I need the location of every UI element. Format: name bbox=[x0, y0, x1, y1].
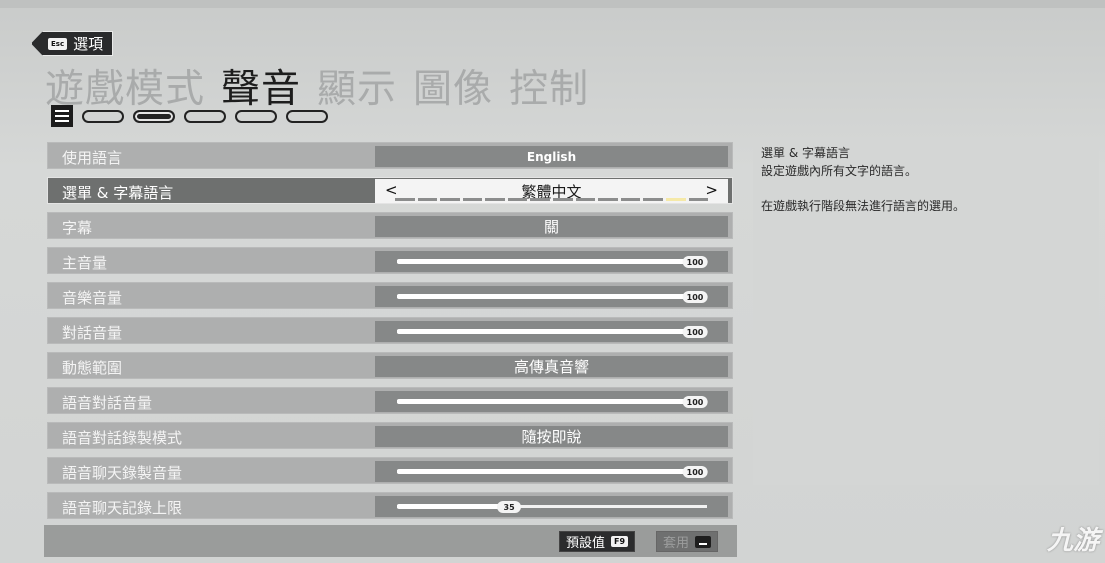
tab-graphics[interactable]: 圖像 bbox=[413, 58, 493, 114]
slider-handle[interactable]: 100 bbox=[682, 396, 708, 408]
filter-settings-icon[interactable] bbox=[51, 105, 73, 127]
defaults-label: 預設值 bbox=[566, 536, 606, 551]
volume-slider[interactable]: 35 bbox=[375, 496, 728, 517]
footer-bar: 預設值 F9 套用 bbox=[44, 525, 737, 557]
setting-label: 語音對話音量 bbox=[62, 394, 153, 412]
back-button[interactable]: Esc 選項 bbox=[31, 31, 113, 56]
right-arrow-icon[interactable]: > bbox=[705, 181, 718, 199]
setting-label: 主音量 bbox=[62, 254, 108, 272]
f9-key-icon: F9 bbox=[611, 536, 629, 547]
back-label: 選項 bbox=[73, 35, 104, 53]
setting-row-voice-chat-volume[interactable]: 語音對話音量 100 bbox=[47, 387, 733, 414]
setting-label: 語音對話錄製模式 bbox=[62, 429, 183, 447]
slider-fill bbox=[397, 294, 695, 299]
setting-row-dynamic-range[interactable]: 動態範圍 高傳真音響 bbox=[47, 352, 733, 379]
page-dot-4[interactable] bbox=[235, 109, 277, 123]
setting-row-dialogue-volume[interactable]: 對話音量 100 bbox=[47, 317, 733, 344]
setting-row-voice-chat-log-limit[interactable]: 語音聊天記錄上限 35 bbox=[47, 492, 733, 519]
slider-handle[interactable]: 35 bbox=[497, 501, 522, 513]
language-selector[interactable]: < 繁體中文 > bbox=[375, 179, 728, 203]
setting-value: 高傳真音響 bbox=[375, 356, 728, 377]
slider-fill bbox=[397, 399, 695, 404]
description-line-2: 在遊戲執行階段無法進行語言的選用。 bbox=[761, 199, 966, 213]
left-arrow-icon[interactable]: < bbox=[385, 181, 398, 199]
setting-row-music-volume[interactable]: 音樂音量 100 bbox=[47, 282, 733, 309]
tab-controls[interactable]: 控制 bbox=[509, 58, 589, 114]
page-dot-2-active[interactable] bbox=[133, 109, 175, 123]
slider-handle[interactable]: 100 bbox=[682, 326, 708, 338]
setting-row-subtitles[interactable]: 字幕 關 bbox=[47, 212, 733, 239]
setting-row-voice-record-volume[interactable]: 語音聊天錄製音量 100 bbox=[47, 457, 733, 484]
slider-handle[interactable]: 100 bbox=[682, 466, 708, 478]
top-band bbox=[0, 0, 1105, 8]
apply-button[interactable]: 套用 bbox=[656, 531, 719, 552]
page-dot-5[interactable] bbox=[286, 109, 328, 123]
audio-settings-list: 使用語言 English 選單 & 字幕語言 < 繁體中文 > 字幕 關 主音量… bbox=[47, 142, 733, 527]
slider-handle[interactable]: 100 bbox=[682, 291, 708, 303]
volume-slider[interactable]: 100 bbox=[375, 321, 728, 342]
setting-row-master-volume[interactable]: 主音量 100 bbox=[47, 247, 733, 274]
slider-fill bbox=[397, 469, 695, 474]
volume-slider[interactable]: 100 bbox=[375, 391, 728, 412]
page-dot-3[interactable] bbox=[184, 109, 226, 123]
apply-label: 套用 bbox=[663, 536, 690, 551]
setting-value: 隨按即說 bbox=[375, 426, 728, 447]
description-line-1: 設定遊戲內所有文字的語言。 bbox=[761, 164, 918, 178]
setting-row-menu-subtitle-language[interactable]: 選單 & 字幕語言 < 繁體中文 > bbox=[47, 177, 733, 204]
description-title: 選單 & 字幕語言 bbox=[761, 146, 850, 160]
description-panel: 選單 & 字幕語言 設定遊戲內所有文字的語言。 在遊戲執行階段無法進行語言的選用… bbox=[753, 137, 1099, 485]
setting-row-language[interactable]: 使用語言 English bbox=[47, 142, 733, 169]
setting-label: 使用語言 bbox=[62, 149, 123, 167]
watermark-logo: 九游 bbox=[1046, 526, 1099, 556]
tab-page-indicator bbox=[51, 105, 328, 127]
setting-row-voice-record-mode[interactable]: 語音對話錄製模式 隨按即說 bbox=[47, 422, 733, 449]
setting-label: 選單 & 字幕語言 bbox=[62, 184, 174, 202]
volume-slider[interactable]: 100 bbox=[375, 286, 728, 307]
setting-label: 音樂音量 bbox=[62, 289, 123, 307]
space-key-icon bbox=[695, 535, 712, 548]
setting-label: 語音聊天記錄上限 bbox=[62, 499, 183, 517]
slider-fill bbox=[397, 504, 510, 509]
setting-value: English bbox=[375, 146, 728, 167]
setting-label: 動態範圍 bbox=[62, 359, 123, 377]
slider-fill bbox=[397, 259, 695, 264]
setting-label: 字幕 bbox=[62, 219, 93, 237]
tab-display[interactable]: 顯示 bbox=[317, 58, 397, 114]
slider-fill bbox=[397, 329, 695, 334]
volume-slider[interactable]: 100 bbox=[375, 251, 728, 272]
page-dot-1[interactable] bbox=[82, 109, 124, 123]
restore-defaults-button[interactable]: 預設值 F9 bbox=[559, 531, 636, 552]
setting-value: 關 bbox=[375, 216, 728, 237]
volume-slider[interactable]: 100 bbox=[375, 461, 728, 482]
option-position-indicator bbox=[395, 198, 709, 201]
setting-label: 語音聊天錄製音量 bbox=[62, 464, 183, 482]
esc-key-icon: Esc bbox=[48, 37, 68, 50]
setting-label: 對話音量 bbox=[62, 324, 123, 342]
slider-handle[interactable]: 100 bbox=[682, 256, 708, 268]
